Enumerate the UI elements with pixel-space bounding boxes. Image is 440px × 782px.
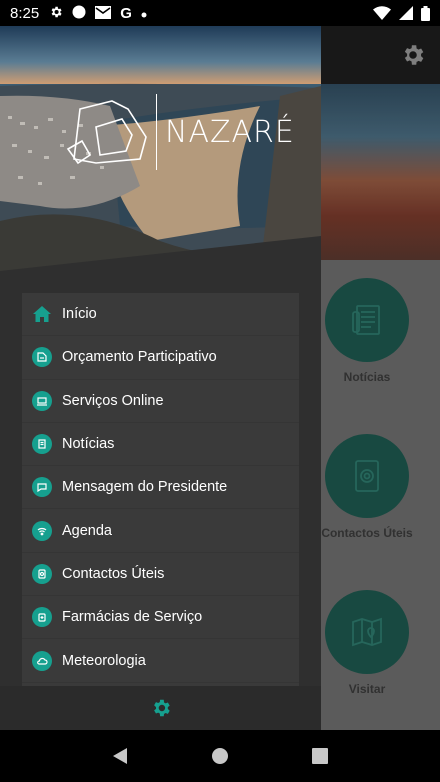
contacts-icon [32, 563, 52, 584]
weather-icon [32, 650, 52, 671]
menu-item-label: Contactos Úteis [62, 565, 165, 582]
dot-icon [141, 6, 147, 20]
menu-item-contactos-uteis[interactable]: Contactos Úteis [22, 553, 299, 597]
menu-item-agenda[interactable]: Agenda [22, 509, 299, 553]
gear-icon[interactable] [150, 697, 172, 719]
drawer-menu: Início Orçamento Participativo Serviços … [22, 293, 299, 686]
menu-item-inicio[interactable]: Início [22, 293, 299, 337]
drawer-footer [0, 686, 321, 730]
menu-item-label: Meteorologia [62, 652, 146, 669]
navigation-drawer: NAZARÉ Início Orçamento Participativo Se… [0, 26, 321, 730]
drawer-scrim[interactable] [320, 26, 440, 730]
drawer-header: NAZARÉ [0, 26, 321, 271]
home-icon [32, 304, 52, 324]
news-icon [32, 434, 52, 455]
status-time: 8:25 [10, 4, 40, 22]
mail-icon [95, 5, 112, 21]
menu-item-label: Mensagem do Presidente [62, 479, 228, 496]
battery-icon [421, 5, 430, 21]
home-icon[interactable] [211, 747, 229, 765]
brand-logo: NAZARÉ [66, 94, 295, 170]
system-nav-bar [0, 730, 440, 782]
recents-icon[interactable] [312, 748, 329, 764]
brand-name: NAZARÉ [165, 114, 295, 150]
menu-item-orcamento[interactable]: Orçamento Participativo [22, 336, 299, 380]
menu-item-label: Início [62, 306, 97, 323]
laptop-icon [32, 390, 52, 411]
menu-item-farmacias[interactable]: Farmácias de Serviço [22, 596, 299, 640]
menu-item-label: Farmácias de Serviço [62, 609, 203, 626]
menu-item-mensagem-presidente[interactable]: Mensagem do Presidente [22, 466, 299, 510]
logo-divider [156, 94, 157, 170]
status-bar: 8:25 G [0, 0, 440, 26]
google-icon: G [120, 4, 132, 22]
lighthouse-logo-icon [66, 100, 147, 165]
budget-icon [32, 347, 52, 368]
menu-item-label: Serviços Online [62, 392, 164, 409]
signal-icon [399, 6, 413, 20]
menu-item-servicos-online[interactable]: Serviços Online [22, 380, 299, 423]
menu-item-meteorologia[interactable]: Meteorologia [22, 639, 299, 683]
settings-icon [49, 5, 63, 21]
menu-item-label: Agenda [62, 522, 112, 539]
menu-item-label: Notícias [62, 436, 115, 453]
message-icon [32, 477, 52, 498]
pharmacy-icon [32, 607, 52, 628]
back-icon[interactable] [112, 747, 128, 765]
wifi-icon [373, 6, 391, 20]
menu-item-label: Orçamento Participativo [62, 349, 217, 366]
menu-item-noticias[interactable]: Notícias [22, 423, 299, 467]
agenda-icon [32, 520, 52, 541]
circle-icon [72, 5, 86, 21]
